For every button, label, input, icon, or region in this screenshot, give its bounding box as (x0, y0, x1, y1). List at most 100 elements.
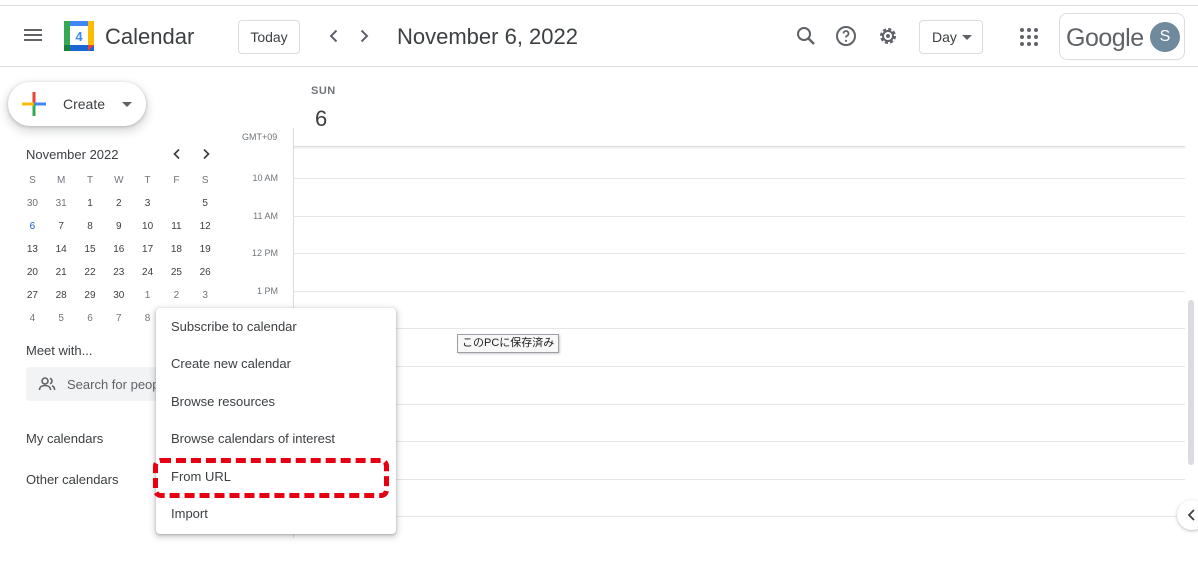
weekday-label: M (57, 175, 66, 186)
mini-calendar-grid: S M T W T F S 30 31 1 2 3 4 5 6 7 8 9 10 11 12 13 14 15 1… (18, 170, 220, 331)
mini-calendar-day[interactable]: 28 (47, 285, 76, 308)
menu-item-import[interactable]: Import (156, 496, 396, 532)
mini-calendar-day[interactable]: 6 (76, 308, 105, 331)
from-url-highlight-box (153, 458, 389, 498)
vertical-scrollbar[interactable] (1188, 300, 1194, 465)
hour-label: 12 PM (251, 248, 278, 258)
mini-calendar-day[interactable]: 7 (104, 308, 133, 331)
mini-calendar-week-row: 13 14 15 16 17 18 19 (18, 239, 220, 262)
avatar[interactable]: S (1150, 22, 1180, 52)
mini-calendar-day[interactable]: 5 (47, 308, 76, 331)
mini-calendar-day[interactable]: 16 (104, 239, 133, 262)
hour-grid-line (293, 516, 1185, 517)
logo-day-number: 4 (75, 29, 83, 44)
mini-calendar-day[interactable]: 10 (133, 216, 162, 239)
chevron-left-icon (1187, 509, 1195, 521)
mini-calendar-day[interactable]: 24 (133, 262, 162, 285)
create-button[interactable]: Create (8, 82, 146, 126)
mini-calendar-weekday-row: S M T W T F S (18, 170, 220, 193)
today-button[interactable]: Today (238, 20, 300, 54)
mini-calendar-day[interactable]: 25 (162, 262, 191, 285)
mini-calendar-day[interactable]: 7 (47, 216, 76, 239)
mini-calendar-day[interactable]: 13 (18, 239, 47, 262)
previous-day-icon[interactable] (322, 24, 346, 48)
side-panel-toggle[interactable] (1177, 500, 1198, 530)
mini-calendar-day[interactable]: 21 (47, 262, 76, 285)
mini-calendar-week-row: 27 28 29 30 1 2 3 (18, 285, 220, 308)
search-people-input[interactable]: Search for people (26, 367, 166, 401)
mini-calendar-day[interactable]: 31 (47, 193, 76, 216)
timezone-label: GMT+09 (242, 132, 278, 142)
mini-calendar-day[interactable]: 18 (162, 239, 191, 262)
create-label: Create (63, 96, 106, 112)
account-area[interactable]: Google S (1059, 13, 1185, 60)
apps-grid-icon[interactable] (1018, 26, 1040, 48)
hour-grid-line (293, 291, 1185, 292)
view-selector-label: Day (932, 29, 957, 45)
weekday-label: S (201, 175, 209, 186)
mini-calendar-day[interactable]: 1 (133, 285, 162, 308)
mini-calendar-day[interactable]: 15 (76, 239, 105, 262)
app-title: Calendar (105, 24, 195, 49)
mini-calendar-day[interactable]: 30 (18, 193, 47, 216)
mini-calendar-prev-icon[interactable] (170, 147, 184, 161)
plus-icon (22, 92, 46, 116)
hour-grid-line (293, 366, 1185, 367)
mini-calendar-week-row: 20 21 22 23 24 25 26 (18, 262, 220, 285)
help-icon[interactable] (834, 24, 858, 48)
hour-label: 11 AM (253, 211, 278, 221)
mini-calendar-day[interactable]: 2 (162, 285, 191, 308)
mini-calendar-next-icon[interactable] (199, 147, 213, 161)
hour-grid-line (293, 404, 1185, 405)
mini-calendar-day[interactable]: 29 (76, 285, 105, 308)
day-number[interactable]: 6 (315, 106, 327, 132)
mini-calendar-day[interactable]: 17 (133, 239, 162, 262)
other-calendars-heading[interactable]: Other calendars (26, 472, 119, 487)
chevron-down-icon (962, 35, 972, 40)
next-day-icon[interactable] (352, 24, 376, 48)
mini-calendar-day[interactable]: 4 (162, 193, 191, 216)
mini-calendar-week-row: 6 7 8 9 10 11 12 (18, 216, 220, 239)
menu-item-browse-calendars-of-interest[interactable]: Browse calendars of interest (156, 421, 396, 457)
menu-item-browse-resources[interactable]: Browse resources (156, 384, 396, 420)
mini-calendar-day[interactable]: 4 (18, 308, 47, 331)
mini-calendar-day[interactable]: 3 (191, 285, 220, 308)
mini-calendar-day[interactable]: 27 (18, 285, 47, 308)
saved-tooltip: このPCに保存済み (457, 334, 560, 353)
top-bar: 4 Calendar Today November 6, 2022 Day Go… (0, 6, 1198, 67)
mini-calendar-day[interactable]: 26 (191, 262, 220, 285)
search-people-placeholder: Search for people (67, 377, 157, 392)
menu-item-create-new-calendar[interactable]: Create new calendar (156, 346, 396, 382)
mini-calendar-day[interactable]: 9 (104, 216, 133, 239)
mini-calendar-day[interactable]: 3 (133, 193, 162, 216)
mini-calendar-day[interactable]: 19 (191, 239, 220, 262)
mini-calendar-day[interactable]: 30 (104, 285, 133, 308)
hour-grid-line (293, 328, 1185, 329)
settings-gear-icon[interactable] (876, 24, 900, 48)
menu-item-subscribe[interactable]: Subscribe to calendar (156, 309, 396, 345)
hour-grid-line (293, 216, 1185, 217)
mini-calendar-day[interactable]: 2 (104, 193, 133, 216)
hour-label: 1 PM (256, 286, 278, 296)
mini-calendar-day[interactable]: 14 (47, 239, 76, 262)
hour-grid-line (293, 441, 1185, 442)
my-calendars-heading[interactable]: My calendars (26, 431, 103, 446)
weekday-label: T (144, 175, 151, 186)
mini-calendar-day[interactable]: 23 (104, 262, 133, 285)
mini-calendar-day[interactable]: 20 (18, 262, 47, 285)
main-menu-icon[interactable] (22, 26, 44, 48)
mini-calendar-day[interactable]: 22 (76, 262, 105, 285)
mini-calendar-day[interactable]: 12 (191, 216, 220, 239)
meet-with-heading: Meet with... (26, 343, 93, 358)
chevron-down-icon (122, 102, 132, 107)
mini-calendar-day[interactable]: 6 (18, 216, 47, 239)
search-icon[interactable] (794, 24, 818, 48)
mini-calendar-title: November 2022 (26, 147, 119, 162)
hour-grid-line (293, 253, 1185, 254)
mini-calendar-day[interactable]: 11 (162, 216, 191, 239)
view-selector[interactable]: Day (919, 20, 983, 54)
mini-calendar-day[interactable]: 8 (76, 216, 105, 239)
mini-calendar-week-row: 30 31 1 2 3 4 5 (18, 193, 220, 216)
mini-calendar-day[interactable]: 5 (191, 193, 220, 216)
mini-calendar-day[interactable]: 1 (76, 193, 105, 216)
